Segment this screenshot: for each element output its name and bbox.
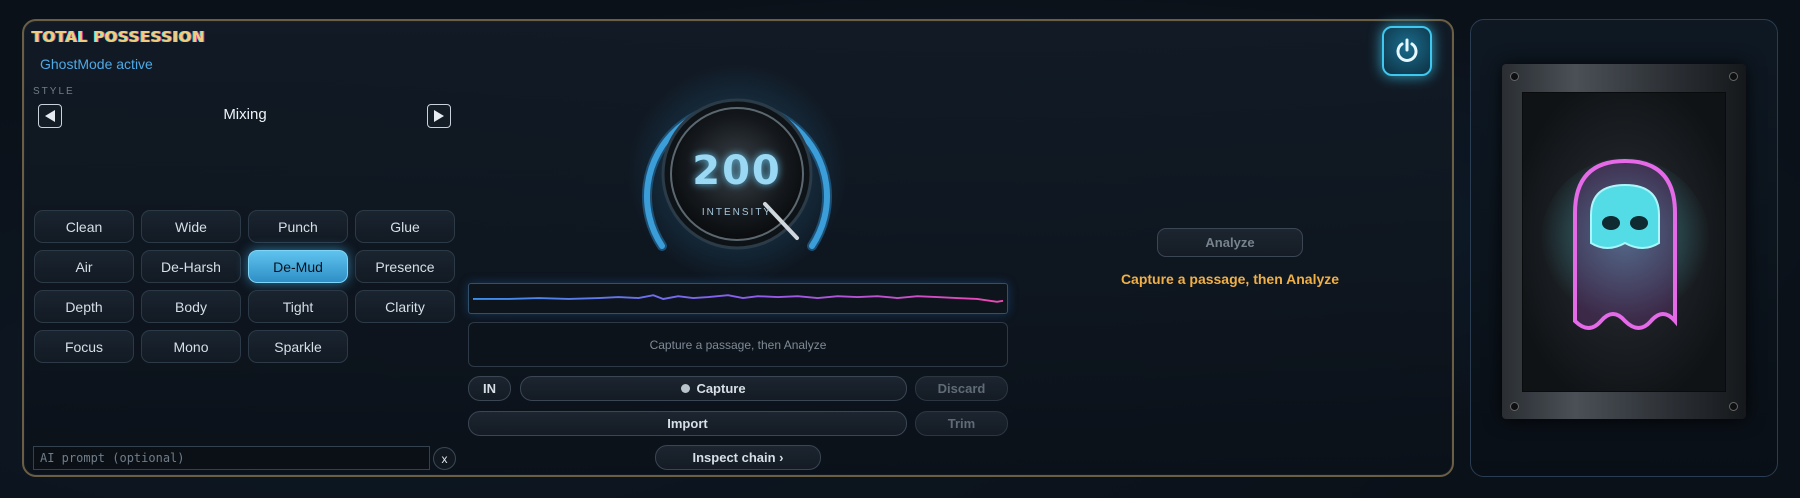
- capture-button[interactable]: Capture: [520, 376, 907, 401]
- import-button[interactable]: Import: [468, 411, 907, 436]
- ghost-icon: [1540, 158, 1710, 330]
- style-value: Mixing: [223, 106, 267, 123]
- analyze-hint: Capture a passage, then Analyze: [1120, 271, 1340, 287]
- left-triangle-icon: [45, 110, 55, 122]
- preset-air-button[interactable]: Air: [34, 250, 134, 283]
- preset-mono-button[interactable]: Mono: [141, 330, 241, 363]
- preset-tight-button[interactable]: Tight: [248, 290, 348, 323]
- right-triangle-icon: [434, 110, 444, 122]
- ai-prompt-input[interactable]: [33, 446, 430, 470]
- preset-clean-button[interactable]: Clean: [34, 210, 134, 243]
- preset-de-harsh-button[interactable]: De-Harsh: [141, 250, 241, 283]
- waveform-display: [468, 283, 1008, 314]
- inspect-chain-button[interactable]: Inspect chain ›: [655, 445, 821, 470]
- preset-de-mud-button[interactable]: De-Mud: [248, 250, 348, 283]
- intensity-value: 200: [692, 148, 782, 194]
- screw: [1729, 402, 1738, 411]
- preset-punch-button[interactable]: Punch: [248, 210, 348, 243]
- intensity-label: INTENSITY: [701, 207, 773, 218]
- preset-clarity-button[interactable]: Clarity: [355, 290, 455, 323]
- clear-prompt-button[interactable]: x: [433, 447, 456, 470]
- preset-sparkle-button[interactable]: Sparkle: [248, 330, 348, 363]
- preset-grid: Clean Wide Punch Glue Air De-Harsh De-Mud Prese…: [34, 210, 455, 363]
- ghostmode-status: GhostMode active: [40, 56, 153, 72]
- preset-body-button[interactable]: Body: [141, 290, 241, 323]
- preset-presence-button[interactable]: Presence: [355, 250, 455, 283]
- screw: [1510, 402, 1519, 411]
- trim-button[interactable]: Trim: [915, 411, 1008, 436]
- style-next-button[interactable]: [427, 104, 451, 128]
- screw: [1729, 72, 1738, 81]
- preset-wide-button[interactable]: Wide: [141, 210, 241, 243]
- analyze-button[interactable]: Analyze: [1157, 228, 1303, 257]
- preset-focus-button[interactable]: Focus: [34, 330, 134, 363]
- capture-label: Capture: [696, 381, 746, 396]
- input-button[interactable]: IN: [468, 376, 511, 401]
- preset-depth-button[interactable]: Depth: [34, 290, 134, 323]
- preset-glue-button[interactable]: Glue: [355, 210, 455, 243]
- ghost-display: [1522, 92, 1726, 392]
- app-title: TOTAL POSSESSION: [32, 28, 206, 46]
- style-label: STYLE: [33, 86, 75, 97]
- intensity-knob[interactable]: 200 INTENSITY: [617, 64, 857, 284]
- style-prev-button[interactable]: [38, 104, 62, 128]
- waveform-graphic: [472, 294, 1004, 303]
- screw: [1510, 72, 1519, 81]
- ghost-frame: [1502, 64, 1746, 419]
- record-dot-icon: [681, 384, 691, 393]
- power-button[interactable]: [1382, 26, 1432, 76]
- capture-message: Capture a passage, then Analyze: [468, 322, 1008, 367]
- power-icon: [1396, 38, 1418, 62]
- discard-button[interactable]: Discard: [915, 376, 1008, 401]
